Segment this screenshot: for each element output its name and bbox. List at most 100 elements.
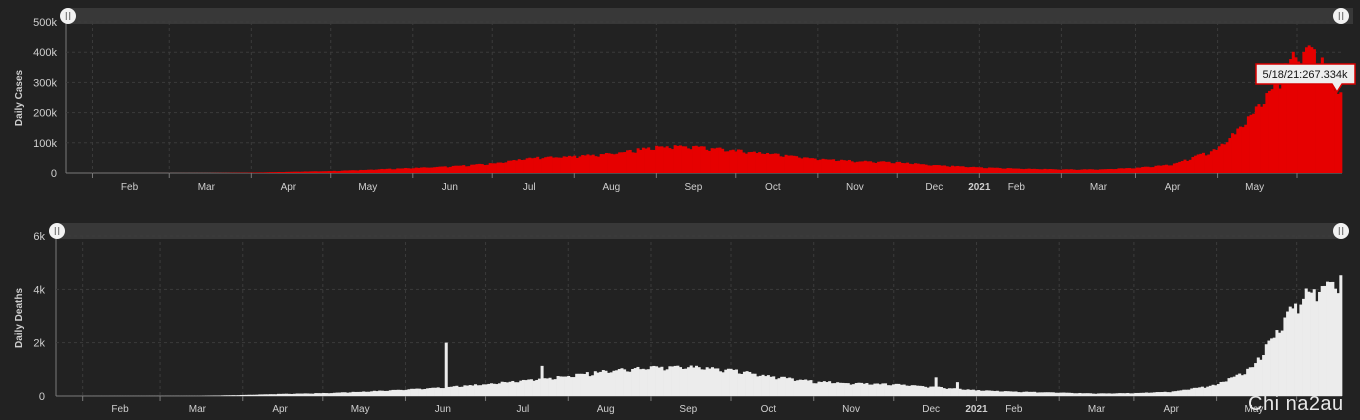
bar <box>290 171 294 173</box>
bar <box>729 150 733 173</box>
bar <box>535 379 539 396</box>
bar <box>1056 169 1060 173</box>
bar <box>1069 169 1073 173</box>
bar <box>914 163 918 173</box>
bar <box>766 375 770 396</box>
bar <box>906 162 910 173</box>
bar <box>274 394 278 396</box>
bar <box>1307 291 1311 396</box>
bar <box>969 389 973 396</box>
y-axis-label: Daily Cases <box>14 69 25 126</box>
bar <box>937 165 941 173</box>
bar <box>1238 373 1242 396</box>
bar <box>1310 292 1314 396</box>
bar <box>842 160 846 173</box>
bar <box>850 161 854 173</box>
bar <box>282 393 286 396</box>
bar <box>404 167 408 173</box>
bar <box>1135 167 1139 173</box>
left-range-handle[interactable] <box>49 223 65 239</box>
bar <box>800 158 804 173</box>
bar <box>493 163 497 173</box>
bar <box>1101 169 1105 173</box>
bar <box>472 164 476 173</box>
bar <box>593 371 597 396</box>
bar <box>657 146 661 173</box>
bar <box>673 145 677 173</box>
right-range-handle[interactable] <box>1333 8 1349 24</box>
bar <box>1030 391 1034 396</box>
bar <box>415 388 419 396</box>
bar <box>557 157 561 173</box>
bar <box>253 394 257 396</box>
bar <box>414 167 418 173</box>
daily-cases-chart: 0 100k 200k 300k 400k 500k Feb Mar Apr May Jun Jul… <box>14 8 1356 193</box>
bar <box>969 167 973 173</box>
bar <box>916 163 920 173</box>
bar <box>1203 387 1207 396</box>
bar <box>258 172 262 173</box>
bar <box>1054 392 1058 396</box>
bar <box>353 170 357 173</box>
bar <box>1067 392 1071 396</box>
bar <box>589 155 593 173</box>
bar <box>812 383 816 396</box>
scroll-track[interactable] <box>57 223 1341 239</box>
right-range-handle[interactable] <box>1333 223 1349 239</box>
bar <box>1273 82 1277 173</box>
bar <box>1073 393 1077 396</box>
bar <box>409 168 413 173</box>
bar <box>591 154 595 173</box>
bar <box>274 172 278 173</box>
bar <box>383 169 387 173</box>
bar <box>878 384 882 396</box>
bar <box>1061 169 1065 173</box>
bar <box>324 393 328 396</box>
bar <box>958 166 962 173</box>
bar <box>795 156 799 173</box>
bar <box>1166 392 1170 396</box>
bar <box>467 166 471 173</box>
bar <box>491 163 495 173</box>
bar <box>782 376 786 396</box>
bar <box>1328 76 1332 173</box>
bar <box>1009 391 1013 396</box>
bar <box>1009 168 1013 173</box>
bar <box>860 382 864 396</box>
bar <box>476 385 480 396</box>
bar <box>438 166 442 173</box>
bar <box>515 160 519 173</box>
bar <box>974 167 978 173</box>
bar <box>774 379 778 396</box>
bar <box>660 146 664 173</box>
bar <box>479 385 483 396</box>
bar <box>980 167 984 173</box>
bar <box>1328 282 1332 396</box>
bar <box>354 391 358 396</box>
bar <box>322 392 326 396</box>
bar <box>1019 168 1023 173</box>
bar <box>455 385 459 396</box>
bar <box>1048 169 1052 173</box>
bar <box>676 365 680 396</box>
bar <box>913 385 917 396</box>
bar <box>545 378 549 396</box>
bar <box>618 152 622 173</box>
bar <box>886 385 890 396</box>
x-tick-label: Jul <box>523 182 536 193</box>
bar <box>908 163 912 173</box>
bar <box>894 383 898 396</box>
bar <box>497 383 501 396</box>
bar <box>292 393 296 396</box>
bar <box>293 171 297 173</box>
bar <box>1172 163 1176 173</box>
left-range-handle[interactable] <box>60 8 76 24</box>
bar <box>1235 374 1239 396</box>
bar <box>950 388 954 396</box>
bar <box>679 367 683 396</box>
bar <box>1067 169 1071 173</box>
bar <box>1121 393 1125 396</box>
bar <box>832 159 836 173</box>
bar <box>221 395 225 396</box>
bar <box>1157 165 1161 173</box>
